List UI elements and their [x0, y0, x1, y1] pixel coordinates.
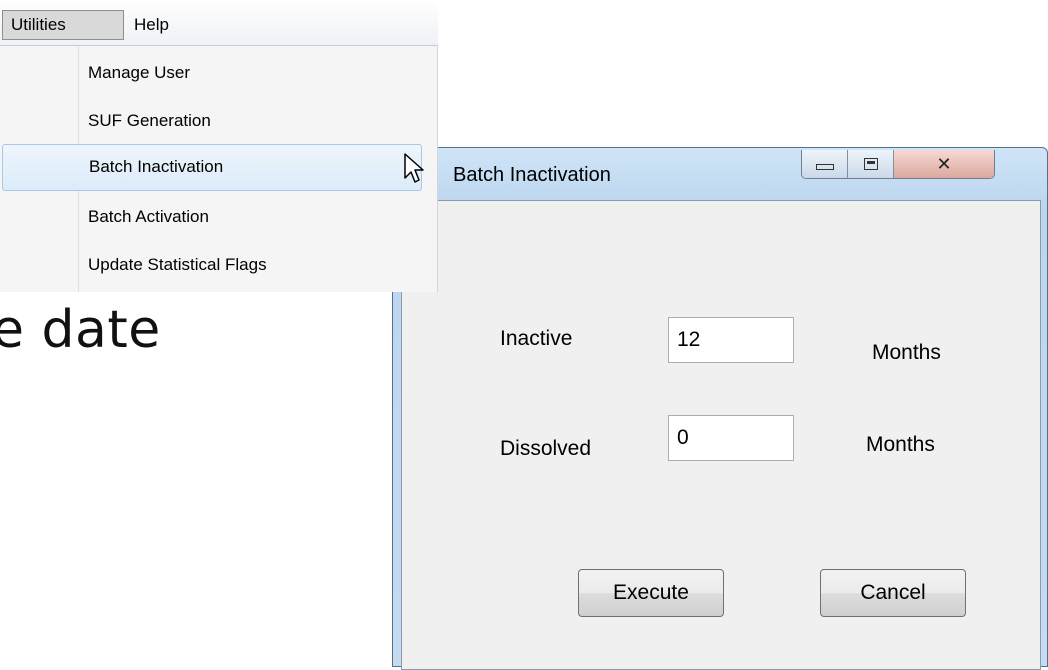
menu-item-label: SUF Generation: [88, 111, 211, 130]
mouse-cursor-icon: [404, 153, 424, 183]
dissolved-unit-label: Months: [866, 433, 935, 456]
menu-bar: Utilities Help: [0, 0, 438, 46]
menu-item-label: Batch Inactivation: [89, 157, 224, 176]
menu-utilities[interactable]: Utilities: [2, 10, 124, 40]
inactive-months-input[interactable]: [668, 317, 794, 363]
minimize-button[interactable]: [802, 150, 848, 178]
menu-item-update-statistical-flags[interactable]: Update Statistical Flags: [0, 242, 436, 289]
menu-help[interactable]: Help: [126, 10, 204, 40]
close-icon: ✕: [936, 153, 952, 174]
batch-inactivation-dialog: Batch Inactivation ✕ Inactive Months Dis…: [392, 147, 1048, 670]
menu-item-manage-user[interactable]: Manage User: [0, 50, 436, 97]
menu-item-label: Batch Activation: [88, 207, 209, 226]
menu-item-label: Update Statistical Flags: [88, 255, 267, 274]
utilities-dropdown: Manage User SUF Generation Batch Inactiv…: [0, 46, 438, 292]
maximize-button[interactable]: [848, 150, 894, 178]
close-button[interactable]: ✕: [894, 150, 994, 178]
maximize-icon: [863, 158, 878, 170]
menu-item-suf-generation[interactable]: SUF Generation: [0, 98, 436, 145]
dissolved-months-input[interactable]: [668, 415, 794, 461]
minimize-icon: [815, 164, 834, 170]
inactive-unit-label: Months: [872, 341, 941, 364]
cancel-button[interactable]: Cancel: [820, 569, 966, 617]
dissolved-label: Dissolved: [500, 437, 592, 460]
dialog-title: Batch Inactivation: [453, 164, 611, 186]
inactive-label: Inactive: [500, 327, 573, 350]
background-slide-text: e date: [0, 300, 161, 360]
menu-item-batch-inactivation[interactable]: Batch Inactivation: [2, 144, 422, 191]
menu-item-label: Manage User: [88, 63, 191, 82]
execute-button[interactable]: Execute: [578, 569, 724, 617]
dialog-client-area: Inactive Months Dissolved Months Execute…: [401, 200, 1041, 670]
dialog-title-bar[interactable]: Batch Inactivation ✕: [393, 148, 1047, 200]
window-controls: ✕: [801, 150, 995, 179]
menu-item-batch-activation[interactable]: Batch Activation: [0, 194, 436, 241]
